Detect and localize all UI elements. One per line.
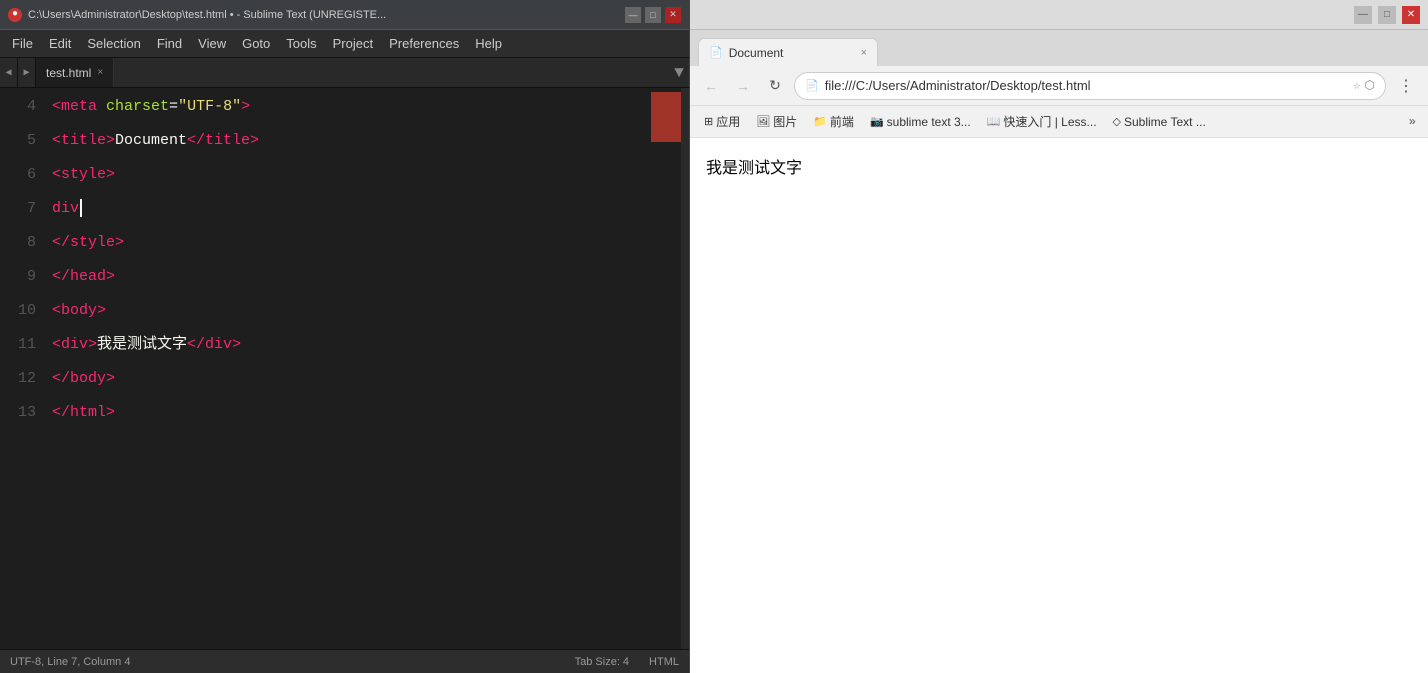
tab-test-html[interactable]: test.html × [36, 58, 114, 87]
sublime-title-bar: ● C:\Users\Administrator\Desktop\test.ht… [0, 0, 689, 30]
code-line-5: <title>Document</title> [48, 124, 681, 158]
menu-goto[interactable]: Goto [234, 32, 278, 55]
status-tab-size: Tab Size: 4 [575, 656, 629, 668]
tab-page-icon: 📄 [709, 46, 723, 59]
tab-nav-next[interactable]: ▶ [18, 58, 36, 87]
code-content[interactable]: <meta charset="UTF-8"> <title>Document</… [48, 88, 681, 649]
bookmark-sublimetext[interactable]: ◇ Sublime Text ... [1107, 113, 1212, 131]
tab-filename: test.html [46, 66, 91, 80]
browser-toolbar: ← → ↻ 📄 file:///C:/Users/Administrator/D… [690, 66, 1428, 106]
menu-view[interactable]: View [190, 32, 234, 55]
bookmark-sublime-label: sublime text 3... [887, 115, 971, 129]
menu-tools[interactable]: Tools [278, 32, 324, 55]
browser-minimize[interactable]: — [1354, 6, 1372, 24]
cast-icon[interactable]: ⬡ [1365, 78, 1375, 93]
browser-tab-title: Document [729, 46, 784, 60]
minimize-button[interactable]: — [625, 7, 641, 23]
browser-tab-bar: 📄 Document × [690, 30, 1428, 66]
camera-icon: 📷 [870, 115, 884, 128]
title-bar-left: ● C:\Users\Administrator\Desktop\test.ht… [8, 8, 386, 22]
menu-project[interactable]: Project [325, 32, 381, 55]
app-icon: ● [8, 8, 22, 22]
tab-nav-prev[interactable]: ◀ [0, 58, 18, 87]
forward-button[interactable]: → [730, 73, 756, 99]
browser-tab-close-button[interactable]: × [861, 47, 867, 59]
bookmark-star-icon[interactable]: ☆ [1353, 78, 1360, 93]
menu-file[interactable]: File [4, 32, 41, 55]
bookmark-frontend[interactable]: 📁 前端 [807, 111, 860, 132]
title-bar-text: C:\Users\Administrator\Desktop\test.html… [28, 9, 386, 21]
browser-maximize[interactable]: □ [1378, 6, 1396, 24]
code-line-10: <body> [48, 294, 681, 328]
sublime-text-panel: ● C:\Users\Administrator\Desktop\test.ht… [0, 0, 690, 673]
code-editor[interactable]: 4 5 6 7 8 9 10 11 12 13 <meta charset="U… [0, 88, 689, 649]
address-bar-actions: ☆ ⬡ [1353, 78, 1375, 93]
tab-bar: ◀ ▶ test.html × ▼ [0, 58, 689, 88]
apps-icon: ⊞ [704, 115, 713, 128]
menu-find[interactable]: Find [149, 32, 190, 55]
bookmark-sublimetext-label: Sublime Text ... [1124, 115, 1206, 129]
bookmark-images-label: 图片 [773, 113, 797, 130]
browser-title-bar: — □ ✕ [690, 0, 1428, 30]
tab-dropdown-button[interactable]: ▼ [669, 58, 689, 87]
status-encoding: UTF-8, Line 7, Column 4 [10, 656, 130, 668]
address-text: file:///C:/Users/Administrator/Desktop/t… [825, 78, 1348, 93]
file-icon: 📄 [805, 79, 819, 93]
window-controls: — □ ✕ [625, 7, 681, 23]
code-line-8: </style> [48, 226, 681, 260]
code-line-12: </body> [48, 362, 681, 396]
browser-panel: — □ ✕ 📄 Document × ← → ↻ 📄 file:///C:/Us… [690, 0, 1428, 673]
status-syntax: HTML [649, 656, 679, 668]
browser-content: 我是测试文字 [690, 138, 1428, 673]
menu-bar: File Edit Selection Find View Goto Tools… [0, 30, 689, 58]
refresh-button[interactable]: ↻ [762, 73, 788, 99]
status-bar: UTF-8, Line 7, Column 4 Tab Size: 4 HTML [0, 649, 689, 673]
book-icon: 📖 [987, 115, 1001, 128]
menu-preferences[interactable]: Preferences [381, 32, 467, 55]
back-button[interactable]: ← [698, 73, 724, 99]
browser-close[interactable]: ✕ [1402, 6, 1420, 24]
images-icon: 🖼 [756, 115, 770, 128]
bookmark-images[interactable]: 🖼 图片 [750, 111, 803, 132]
bookmarks-more-button[interactable]: » [1405, 113, 1420, 131]
address-bar[interactable]: 📄 file:///C:/Users/Administrator/Desktop… [794, 72, 1386, 100]
code-line-13: </html> [48, 396, 681, 430]
code-line-7: div [48, 192, 681, 226]
browser-menu-button[interactable]: ⋮ [1392, 76, 1420, 96]
tab-close-button[interactable]: × [97, 67, 103, 78]
bookmark-apps-label: 应用 [716, 113, 740, 130]
code-line-4: <meta charset="UTF-8"> [48, 90, 681, 124]
bookmarks-bar: ⊞ 应用 🖼 图片 📁 前端 📷 sublime text 3... 📖 快速入… [690, 106, 1428, 138]
menu-selection[interactable]: Selection [79, 32, 148, 55]
code-scrollbar[interactable] [681, 88, 689, 649]
menu-help[interactable]: Help [467, 32, 510, 55]
minimap[interactable] [651, 92, 681, 142]
bookmark-quickstart-label: 快速入门 | Less... [1003, 113, 1096, 130]
code-line-6: <style> [48, 158, 681, 192]
close-button[interactable]: ✕ [665, 7, 681, 23]
diamond-icon: ◇ [1113, 115, 1121, 128]
bookmark-sublime[interactable]: 📷 sublime text 3... [864, 113, 977, 131]
bookmark-apps[interactable]: ⊞ 应用 [698, 111, 746, 132]
menu-edit[interactable]: Edit [41, 32, 79, 55]
code-line-11: <div>我是测试文字</div> [48, 328, 681, 362]
bookmark-quickstart[interactable]: 📖 快速入门 | Less... [981, 111, 1103, 132]
line-numbers: 4 5 6 7 8 9 10 11 12 13 [0, 88, 48, 649]
bookmark-frontend-label: 前端 [830, 113, 854, 130]
code-line-9: </head> [48, 260, 681, 294]
folder-icon: 📁 [813, 115, 827, 128]
browser-tab-document[interactable]: 📄 Document × [698, 38, 878, 66]
page-main-text: 我是测试文字 [706, 160, 802, 177]
maximize-button[interactable]: □ [645, 7, 661, 23]
